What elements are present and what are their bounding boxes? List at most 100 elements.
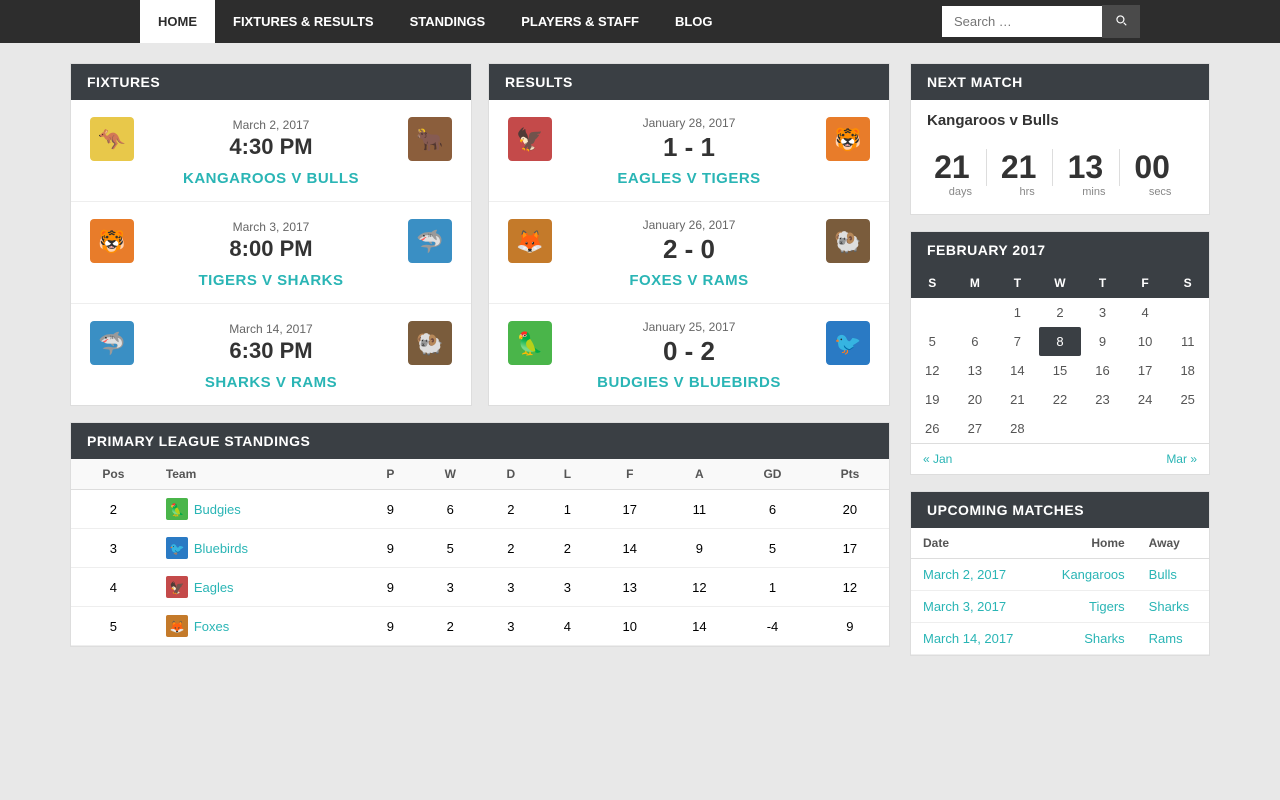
cal-day[interactable]: 26 xyxy=(911,414,954,443)
col-a: A xyxy=(665,459,735,490)
match-title[interactable]: BUDGIES V BLUEBIRDS xyxy=(597,374,781,391)
nav-home[interactable]: HOME xyxy=(140,0,215,43)
upcoming-date[interactable]: March 14, 2017 xyxy=(911,623,1039,655)
cal-day-header: M xyxy=(954,268,997,298)
cal-day[interactable]: 7 xyxy=(996,327,1039,356)
nav-players[interactable]: PLAYERS & STAFF xyxy=(503,0,657,43)
cal-day[interactable]: 25 xyxy=(1166,385,1209,414)
p-cell: 9 xyxy=(362,568,419,607)
pos-cell: 4 xyxy=(71,568,156,607)
upcoming-date[interactable]: March 2, 2017 xyxy=(911,559,1039,591)
page-content: FIXTURES 🦘 March 2, 2017 4:30 PM 🐂 KANGA… xyxy=(70,43,1210,676)
cal-day[interactable]: 3 xyxy=(1081,298,1124,327)
match-center: January 28, 2017 1 - 1 xyxy=(563,116,815,163)
cal-day[interactable]: 19 xyxy=(911,385,954,414)
cal-day[interactable]: 16 xyxy=(1081,356,1124,385)
cal-day[interactable]: 21 xyxy=(996,385,1039,414)
home-logo: 🐯 xyxy=(87,216,137,266)
upcoming-home[interactable]: Kangaroos xyxy=(1039,559,1136,591)
w-cell: 2 xyxy=(419,607,482,646)
cal-day[interactable]: 17 xyxy=(1124,356,1167,385)
cal-day[interactable]: 1 xyxy=(996,298,1039,327)
upcoming-home[interactable]: Tigers xyxy=(1039,591,1136,623)
cal-day[interactable]: 22 xyxy=(1039,385,1082,414)
a-cell: 12 xyxy=(665,568,735,607)
cal-day-header: T xyxy=(996,268,1039,298)
p-cell: 9 xyxy=(362,490,419,529)
pos-cell: 2 xyxy=(71,490,156,529)
cal-day[interactable]: 28 xyxy=(996,414,1039,443)
l-cell: 3 xyxy=(540,568,595,607)
upcoming-away[interactable]: Rams xyxy=(1137,623,1209,655)
right-column: NEXT MATCH Kangaroos v Bulls 21 days 21 … xyxy=(910,63,1210,656)
cal-day[interactable]: 5 xyxy=(911,327,954,356)
cal-day[interactable]: 12 xyxy=(911,356,954,385)
upcoming-away[interactable]: Bulls xyxy=(1137,559,1209,591)
cal-day[interactable]: 11 xyxy=(1166,327,1209,356)
match-title[interactable]: EAGLES V TIGERS xyxy=(617,170,760,187)
next-match-panel: NEXT MATCH Kangaroos v Bulls 21 days 21 … xyxy=(910,63,1210,215)
match-title[interactable]: SHARKS V RAMS xyxy=(205,374,337,391)
countdown-hrs: 21 hrs xyxy=(1001,149,1054,198)
match-time: 4:30 PM xyxy=(145,134,397,160)
nav-fixtures[interactable]: FIXTURES & RESULTS xyxy=(215,0,392,43)
result-item: 🦊 January 26, 2017 2 - 0 🐏 FOXES V RAMS xyxy=(489,202,889,304)
upcoming-home[interactable]: Sharks xyxy=(1039,623,1136,655)
search-input[interactable] xyxy=(942,6,1102,37)
cal-day[interactable]: 18 xyxy=(1166,356,1209,385)
fixtures-header: FIXTURES xyxy=(71,64,471,100)
top-row: FIXTURES 🦘 March 2, 2017 4:30 PM 🐂 KANGA… xyxy=(70,63,890,406)
match-time: 6:30 PM xyxy=(145,338,397,364)
cal-day[interactable]: 8 xyxy=(1039,327,1082,356)
upcoming-panel: UPCOMING MATCHES Date Home Away March 2,… xyxy=(910,491,1210,656)
match-title[interactable]: TIGERS V SHARKS xyxy=(198,272,343,289)
away-logo: 🦈 xyxy=(405,216,455,266)
cal-day[interactable]: 27 xyxy=(954,414,997,443)
team-name-link[interactable]: Bluebirds xyxy=(194,541,248,556)
match-title[interactable]: FOXES V RAMS xyxy=(629,272,748,289)
cal-day[interactable]: 23 xyxy=(1081,385,1124,414)
cal-day xyxy=(911,298,954,327)
cal-day[interactable]: 14 xyxy=(996,356,1039,385)
nav-standings[interactable]: STANDINGS xyxy=(392,0,504,43)
cal-day[interactable]: 9 xyxy=(1081,327,1124,356)
team-name-link[interactable]: Budgies xyxy=(194,502,241,517)
cal-day[interactable]: 20 xyxy=(954,385,997,414)
svg-text:🐂: 🐂 xyxy=(416,127,443,152)
cal-day[interactable]: 6 xyxy=(954,327,997,356)
team-name-link[interactable]: Eagles xyxy=(194,580,234,595)
cal-day[interactable]: 10 xyxy=(1124,327,1167,356)
cal-day xyxy=(1081,414,1124,443)
cal-next[interactable]: Mar » xyxy=(1166,452,1197,466)
w-cell: 6 xyxy=(419,490,482,529)
upcoming-away[interactable]: Sharks xyxy=(1137,591,1209,623)
f-cell: 13 xyxy=(595,568,665,607)
team-name-link[interactable]: Foxes xyxy=(194,619,229,634)
svg-text:🦜: 🦜 xyxy=(516,330,543,357)
cal-day[interactable]: 15 xyxy=(1039,356,1082,385)
days-label: days xyxy=(934,186,987,198)
upcoming-col-date: Date xyxy=(911,528,1039,559)
search-button[interactable] xyxy=(1102,5,1140,38)
match-date: March 14, 2017 xyxy=(145,322,397,336)
cal-prev[interactable]: « Jan xyxy=(923,452,952,466)
away-logo: 🐂 xyxy=(405,114,455,164)
match-score: 1 - 1 xyxy=(563,132,815,163)
cal-day[interactable]: 13 xyxy=(954,356,997,385)
match-center: March 14, 2017 6:30 PM xyxy=(145,322,397,364)
cal-day[interactable]: 2 xyxy=(1039,298,1082,327)
svg-text:🐦: 🐦 xyxy=(169,542,184,556)
cal-day-header: S xyxy=(1166,268,1209,298)
upcoming-date[interactable]: March 3, 2017 xyxy=(911,591,1039,623)
team-mini-logo: 🦅 xyxy=(166,576,188,598)
match-title[interactable]: KANGAROOS V BULLS xyxy=(183,170,359,187)
team-cell: 🐦 Bluebirds xyxy=(156,529,362,568)
home-logo: 🦊 xyxy=(505,216,555,266)
gd-cell: 5 xyxy=(734,529,811,568)
hrs-value: 21 xyxy=(1001,149,1054,186)
svg-text:🦘: 🦘 xyxy=(98,127,126,152)
countdown-secs: 00 secs xyxy=(1134,149,1186,198)
nav-blog[interactable]: BLOG xyxy=(657,0,731,43)
cal-day[interactable]: 4 xyxy=(1124,298,1167,327)
cal-day[interactable]: 24 xyxy=(1124,385,1167,414)
